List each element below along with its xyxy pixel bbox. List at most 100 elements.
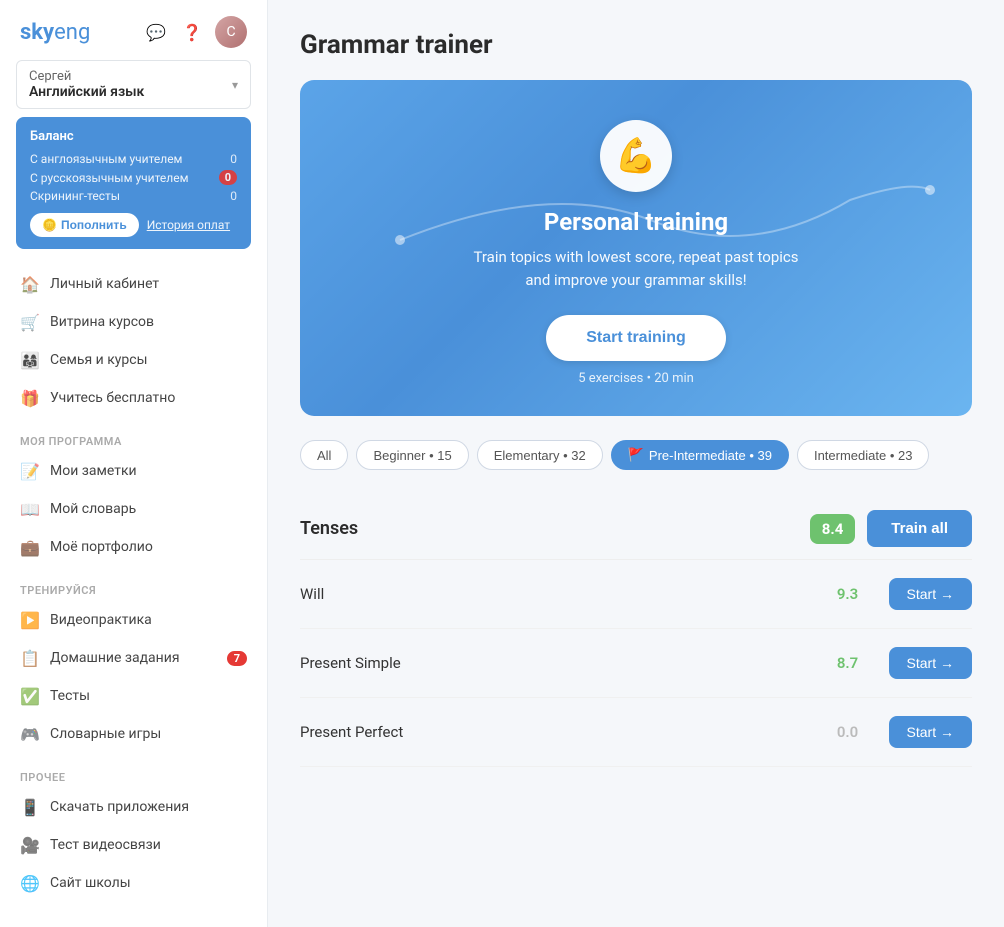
nav-label-courses: Витрина курсов <box>50 314 154 330</box>
replenish-label: Пополнить <box>61 218 127 232</box>
balance-value-2: 0 <box>230 189 237 203</box>
nav-label-download: Скачать приложения <box>50 799 189 815</box>
avatar[interactable]: С <box>215 16 247 48</box>
hero-card: 💪 Personal training Train topics with lo… <box>300 80 972 416</box>
nav-label-free: Учитесь бесплатно <box>50 390 175 406</box>
shop-icon: 🛒 <box>20 312 40 332</box>
chevron-down-icon: ▾ <box>232 78 238 92</box>
nav-label-tests: Тесты <box>50 688 90 704</box>
topic-score-present-simple: 8.7 <box>823 654 873 672</box>
filter-pre-intermediate[interactable]: 🚩 Pre-Intermediate • 39 <box>611 440 789 470</box>
filter-intermediate[interactable]: Intermediate • 23 <box>797 440 930 470</box>
start-training-button[interactable]: Start training <box>546 315 726 361</box>
nav-label-family: Семья и курсы <box>50 352 147 368</box>
train-all-button[interactable]: Train all <box>867 510 972 547</box>
help-icon[interactable]: ❓ <box>179 19 205 45</box>
nav-label-homework: Домашние задания <box>50 650 180 666</box>
main-nav: 🏠 Личный кабинет 🛒 Витрина курсов 👨‍👩‍👧 … <box>0 261 267 421</box>
topic-row-will: Will 9.3 Start → <box>300 560 972 629</box>
nav-label-video-test: Тест видеосвязи <box>50 837 161 853</box>
train-section: ТРЕНИРУЙСЯ ▶️ Видеопрактика 📋 Домашние з… <box>0 570 267 757</box>
filter-beginner[interactable]: Beginner • 15 <box>356 440 468 470</box>
nav-item-notes[interactable]: 📝 Мои заметки <box>0 452 267 490</box>
nav-item-courses[interactable]: 🛒 Витрина курсов <box>0 303 267 341</box>
topic-score-present-perfect: 0.0 <box>823 723 873 741</box>
payment-history-link[interactable]: История оплат <box>147 218 230 232</box>
games-icon: 🎮 <box>20 724 40 744</box>
filter-all[interactable]: All <box>300 440 348 470</box>
hero-meta: 5 exercises • 20 min <box>330 371 942 386</box>
balance-block: Баланс С англоязычным учителем 0 С русск… <box>16 117 251 249</box>
nav-item-tests[interactable]: ✅ Тесты <box>0 677 267 715</box>
logo-eng: eng <box>54 20 90 45</box>
balance-badge-1: 0 <box>219 170 237 185</box>
nav-item-family[interactable]: 👨‍👩‍👧 Семья и курсы <box>0 341 267 379</box>
logo-sky: sky <box>20 20 54 45</box>
video-icon: ▶️ <box>20 610 40 630</box>
filter-pre-intermediate-label: Pre-Intermediate • 39 <box>649 448 772 463</box>
replenish-button[interactable]: 🪙 Пополнить <box>30 213 139 237</box>
other-section-title: ПРОЧЕЕ <box>0 761 267 788</box>
nav-label-video: Видеопрактика <box>50 612 152 628</box>
user-course: Английский язык <box>29 84 144 100</box>
family-icon: 👨‍👩‍👧 <box>20 350 40 370</box>
nav-item-videopractice[interactable]: ▶️ Видеопрактика <box>0 601 267 639</box>
chat-icon[interactable]: 💬 <box>143 19 169 45</box>
balance-value-0: 0 <box>230 152 237 166</box>
nav-item-free[interactable]: 🎁 Учитесь бесплатно <box>0 379 267 417</box>
start-present-perfect-button[interactable]: Start → <box>889 716 972 748</box>
nav-label-school-site: Сайт школы <box>50 875 131 891</box>
home-icon: 🏠 <box>20 274 40 294</box>
flag-icon: 🚩 <box>628 447 644 463</box>
globe-icon: 🌐 <box>20 873 40 893</box>
filter-elementary[interactable]: Elementary • 32 <box>477 440 603 470</box>
topic-row-present-perfect: Present Perfect 0.0 Start → <box>300 698 972 767</box>
filter-bar: All Beginner • 15 Elementary • 32 🚩 Pre-… <box>300 440 972 470</box>
tenses-section-title: Tenses <box>300 518 358 539</box>
balance-title: Баланс <box>30 129 237 144</box>
balance-label-1: С русскоязычным учителем <box>30 171 188 185</box>
sidebar-header: skyeng 💬 ❓ С <box>0 0 267 60</box>
topic-row-present-simple: Present Simple 8.7 Start → <box>300 629 972 698</box>
start-will-button[interactable]: Start → <box>889 578 972 610</box>
gift-icon: 🎁 <box>20 388 40 408</box>
homework-badge: 7 <box>227 651 247 666</box>
nav-item-word-games[interactable]: 🎮 Словарные игры <box>0 715 267 753</box>
notes-icon: 📝 <box>20 461 40 481</box>
main-content: Grammar trainer 💪 Personal training Trai… <box>268 0 1004 927</box>
nav-label-dictionary: Мой словарь <box>50 501 136 517</box>
balance-row-0: С англоязычным учителем 0 <box>30 152 237 166</box>
nav-item-cabinet[interactable]: 🏠 Личный кабинет <box>0 265 267 303</box>
download-icon: 📱 <box>20 797 40 817</box>
balance-row-2: Скрининг-тесты 0 <box>30 189 237 203</box>
nav-item-homework[interactable]: 📋 Домашние задания 7 <box>0 639 267 677</box>
user-name: Сергей <box>29 69 144 84</box>
topic-name-present-perfect: Present Perfect <box>300 723 823 741</box>
portfolio-icon: 💼 <box>20 537 40 557</box>
tenses-section-header: Tenses 8.4 Train all <box>300 494 972 560</box>
topic-name-will: Will <box>300 585 823 603</box>
start-present-simple-button[interactable]: Start → <box>889 647 972 679</box>
balance-label-0: С англоязычным учителем <box>30 152 182 166</box>
my-program-title: МОЯ ПРОГРАММА <box>0 425 267 452</box>
nav-item-portfolio[interactable]: 💼 Моё портфолио <box>0 528 267 566</box>
tenses-score-badge: 8.4 <box>810 514 856 544</box>
balance-label-2: Скрининг-тесты <box>30 189 120 203</box>
topic-name-present-simple: Present Simple <box>300 654 823 672</box>
user-course-select[interactable]: Сергей Английский язык ▾ <box>16 60 251 109</box>
nav-label-cabinet: Личный кабинет <box>50 276 159 292</box>
my-program-section: МОЯ ПРОГРАММА 📝 Мои заметки 📖 Мой словар… <box>0 421 267 570</box>
nav-item-download[interactable]: 📱 Скачать приложения <box>0 788 267 826</box>
nav-item-school-site[interactable]: 🌐 Сайт школы <box>0 864 267 902</box>
other-section: ПРОЧЕЕ 📱 Скачать приложения 🎥 Тест видео… <box>0 757 267 906</box>
hero-subtitle: Train topics with lowest score, repeat p… <box>330 246 942 291</box>
nav-item-dictionary[interactable]: 📖 Мой словарь <box>0 490 267 528</box>
balance-actions: 🪙 Пополнить История оплат <box>30 213 237 237</box>
balance-row-1: С русскоязычным учителем 0 <box>30 170 237 185</box>
dictionary-icon: 📖 <box>20 499 40 519</box>
muscle-emoji: 💪 <box>615 136 657 176</box>
tests-icon: ✅ <box>20 686 40 706</box>
hero-emoji: 💪 <box>600 120 672 192</box>
camera-icon: 🎥 <box>20 835 40 855</box>
nav-item-video-test[interactable]: 🎥 Тест видеосвязи <box>0 826 267 864</box>
